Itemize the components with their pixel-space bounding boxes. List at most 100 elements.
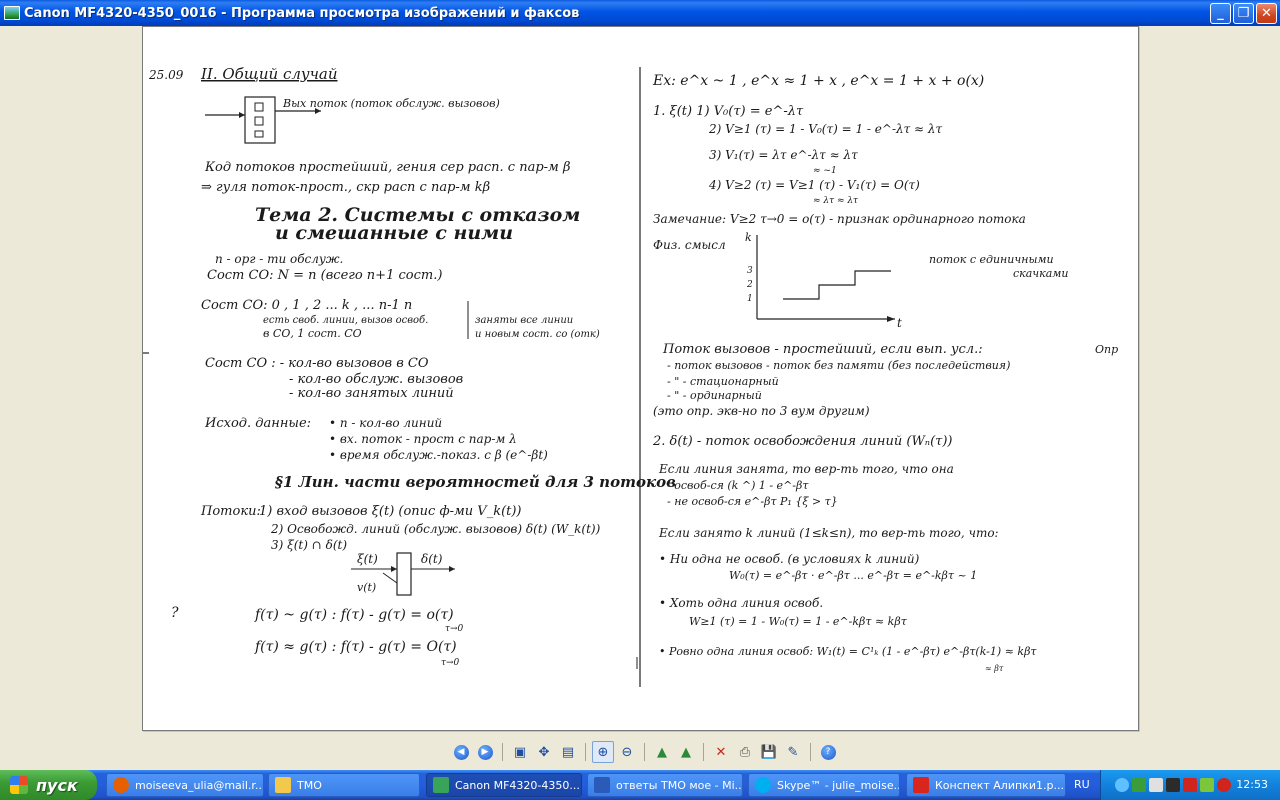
delete-icon: ✕	[715, 744, 727, 760]
language-indicator[interactable]: RU	[1074, 778, 1090, 791]
k-busy-item: • Хоть одна линия освоб.	[659, 596, 823, 610]
zoom-in-button[interactable]: ⊕	[592, 741, 614, 763]
edit-icon: ✎	[787, 744, 799, 760]
save-icon: 💾	[760, 744, 778, 760]
save-button[interactable]: 💾	[758, 741, 780, 763]
definition: n - орг - ти обслуж.	[215, 252, 343, 266]
note-heading: II. Общий случай	[200, 65, 338, 83]
flow-item: 2) Освобожд. линий (обслуж. вызовов) δ(t…	[270, 522, 601, 536]
help-button[interactable]: ?	[817, 741, 839, 763]
k-busy-line: Если занято k линий (1≤k≤n), то вер-ть т…	[658, 526, 999, 540]
best-fit-button[interactable]: ▣	[509, 741, 531, 763]
handwritten-notes: 25.09 II. Общий случай Вых поток (поток …	[143, 65, 1118, 687]
slideshow-button[interactable]: ▤	[557, 741, 579, 763]
remark: Замечание: V≥2 τ→0 = o(τ) - признак орди…	[653, 212, 1026, 226]
window-titlebar[interactable]: Canon MF4320-4350_0016 - Программа просм…	[0, 0, 1280, 26]
firefox-icon	[113, 777, 129, 793]
maximize-button[interactable]: ❐	[1233, 3, 1254, 24]
image-viewer-area[interactable]: 25.09 II. Общий случай Вых поток (поток …	[0, 26, 1280, 770]
maximize-icon: ❐	[1237, 6, 1250, 21]
tray-network-icon[interactable]	[1132, 778, 1146, 792]
image-viewer-app-icon	[4, 6, 20, 20]
k-busy-formula: W≥1 (τ) = 1 - W₀(τ) = 1 - e^-kβτ ≈ kβτ	[689, 615, 908, 628]
taskbar-item-firefox[interactable]: moiseeva_ulia@mail.r...	[106, 773, 264, 797]
busy-line: - не освоб-ся e^-βτ P₁ {ξ > τ}	[667, 495, 838, 508]
folder-icon	[275, 777, 291, 793]
task-label: Skype™ - julie_moise...	[777, 778, 900, 792]
rotate-clockwise-button[interactable]: ▲	[651, 741, 673, 763]
zoom-out-button[interactable]: ⊖	[616, 741, 638, 763]
scanned-page[interactable]: 25.09 II. Общий случай Вых поток (поток …	[142, 26, 1139, 731]
states-note: и новым сост. со (отк)	[475, 329, 600, 340]
step-function	[783, 270, 891, 300]
tray-display-icon[interactable]	[1149, 778, 1163, 792]
flows-title: Потоки:	[200, 504, 261, 519]
toolbar-separator	[502, 743, 503, 761]
pdf-icon	[913, 777, 929, 793]
delete-button[interactable]: ✕	[710, 741, 732, 763]
tray-show-hidden-icon[interactable]	[1115, 778, 1129, 792]
system-box	[244, 96, 276, 144]
close-button[interactable]: ✕	[1256, 3, 1277, 24]
next-image-icon: ▶	[477, 744, 493, 760]
toolbar-separator	[810, 743, 811, 761]
definition-line: (это опр. экв-но по 3 вум другим)	[653, 404, 870, 418]
tray-alert-icon[interactable]	[1217, 778, 1231, 792]
definition: Сост СО: N = n (всего n+1 сост.)	[207, 268, 442, 283]
output-flow-label: Вых поток (поток обслуж. вызовов)	[282, 97, 500, 110]
graph-note: скачками	[1013, 267, 1068, 280]
state-def: - кол-во обслуж. вызовов	[289, 372, 463, 387]
actual-size-button[interactable]: ✥	[533, 741, 555, 763]
taskbar-item-word[interactable]: ответы ТМО мое - Mi...	[587, 773, 743, 797]
state-def: - кол-во занятых линий	[289, 386, 454, 401]
toolbar-separator	[644, 743, 645, 761]
initial-data-item: • n - кол-во линий	[329, 416, 442, 430]
initial-data-item: • время обслуж.-показ. с β (e^-βt)	[329, 448, 548, 462]
definition-tag: Опр	[1095, 343, 1118, 356]
previous-image-icon: ◀	[453, 744, 469, 760]
word-icon	[594, 777, 610, 793]
formula-note: ≈ ~1	[813, 166, 837, 176]
diagram-label: δ(t)	[421, 552, 443, 566]
phys-meaning: Физ. смысл	[653, 238, 726, 252]
definition-line: - поток вызовов - поток без памяти (без …	[667, 359, 1010, 372]
actual-size-icon: ✥	[538, 744, 550, 760]
minimize-button[interactable]: _	[1210, 3, 1231, 24]
start-button[interactable]: пуск	[0, 770, 97, 800]
graph-tick: 1	[747, 294, 753, 304]
rotate-counterclockwise-icon: ▲	[681, 744, 691, 760]
rotate-counterclockwise-button[interactable]: ▲	[675, 741, 697, 763]
section-title: §1 Лин. части вероятностей для 3 потоков	[275, 473, 676, 491]
close-icon: ✕	[1261, 6, 1272, 21]
taskbar: пуск moiseeva_ulia@mail.r... ТМО Canon M…	[0, 770, 1280, 800]
toolbar-separator	[703, 743, 704, 761]
margin-question: ?	[171, 605, 179, 621]
taskbar-item-folder[interactable]: ТМО	[268, 773, 420, 797]
edit-button[interactable]: ✎	[782, 741, 804, 763]
equation-subscript: τ→0	[445, 624, 464, 634]
zoom-out-icon: ⊖	[621, 744, 633, 760]
taskbar-item-pdf[interactable]: Конспект Алипки1.p...	[906, 773, 1066, 797]
graph-note: поток с единичными	[929, 253, 1054, 266]
skype-icon	[755, 777, 771, 793]
tray-antivirus-icon[interactable]	[1183, 778, 1197, 792]
taskbar-item-skype[interactable]: Skype™ - julie_moise...	[748, 773, 900, 797]
slideshow-icon: ▤	[561, 744, 575, 760]
tray-volume-icon[interactable]	[1166, 778, 1180, 792]
equation-subscript: τ→0	[441, 658, 460, 668]
busy-line: - освоб-ся (k ^) 1 - e^-βτ	[667, 479, 809, 492]
minimize-icon: _	[1217, 6, 1224, 21]
state-def: Сост СО : - кол-во вызовов в СО	[205, 356, 429, 371]
taskbar-item-image-viewer[interactable]: Canon MF4320-4350...	[426, 773, 582, 797]
k-busy-item: • Ровно одна линия освоб: W₁(t) = C¹ₖ (1…	[659, 645, 1037, 658]
task-label: ТМО	[297, 778, 322, 792]
clock[interactable]: 12:53	[1236, 778, 1268, 791]
k-busy-formula-note: ≈ βτ	[985, 664, 1004, 673]
tray-update-icon[interactable]	[1200, 778, 1214, 792]
previous-image-button[interactable]: ◀	[450, 741, 472, 763]
task-label: Конспект Алипки1.p...	[935, 778, 1064, 792]
diagram-label: ξ(t)	[357, 552, 378, 566]
print-button[interactable]: ⎙	[734, 741, 756, 763]
next-image-button[interactable]: ▶	[474, 741, 496, 763]
item-heading: 1. ξ(t) 1) V₀(τ) = e^-λτ	[653, 104, 804, 119]
